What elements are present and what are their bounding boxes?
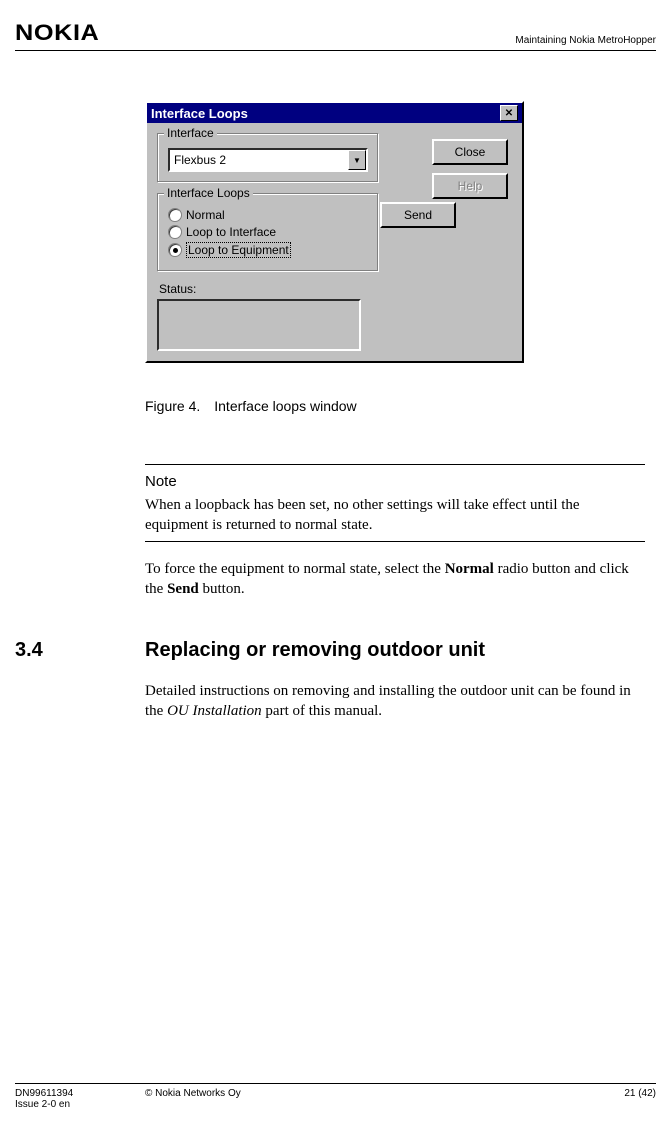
radio-loop-interface-row[interactable]: Loop to Interface — [168, 225, 368, 239]
close-button[interactable]: Close — [432, 139, 508, 165]
radio-normal-label: Normal — [186, 208, 225, 222]
interface-dropdown-value: Flexbus 2 — [170, 153, 348, 167]
nokia-logo: NOKIA — [15, 20, 99, 46]
header-subtitle: Maintaining Nokia MetroHopper — [515, 35, 656, 46]
chevron-down-icon[interactable]: ▼ — [348, 150, 366, 170]
note-body: When a loopback has been set, no other s… — [145, 496, 645, 535]
page-footer: DN99611394 Issue 2-0 en © Nokia Networks… — [15, 1083, 656, 1110]
radio-icon[interactable] — [168, 243, 182, 257]
status-textbox — [157, 299, 361, 351]
section-number: 3.4 — [15, 639, 145, 662]
footer-doc-number: DN99611394 — [15, 1088, 145, 1099]
interface-loops-dialog: Interface Loops ✕ Close Help Interface F… — [145, 101, 524, 363]
page-header: NOKIA Maintaining Nokia MetroHopper — [15, 20, 656, 51]
radio-icon[interactable] — [168, 225, 182, 239]
section-title: Replacing or removing outdoor unit — [145, 639, 485, 662]
interface-group-label: Interface — [164, 126, 217, 140]
paragraph-detail: Detailed instructions on removing and in… — [145, 682, 645, 721]
radio-loop-equipment-row[interactable]: Loop to Equipment — [168, 242, 368, 258]
interface-dropdown[interactable]: Flexbus 2 ▼ — [168, 148, 368, 172]
footer-page-number: 21 (42) — [624, 1088, 656, 1110]
radio-loop-equipment-label: Loop to Equipment — [186, 242, 291, 258]
section-heading: 3.4 Replacing or removing outdoor unit — [15, 639, 645, 662]
dialog-titlebar: Interface Loops ✕ — [147, 103, 522, 123]
horizontal-rule — [145, 464, 645, 465]
radio-loop-interface-label: Loop to Interface — [186, 225, 276, 239]
footer-issue: Issue 2-0 en — [15, 1099, 145, 1110]
send-button[interactable]: Send — [380, 202, 456, 228]
radio-icon[interactable] — [168, 208, 182, 222]
loops-groupbox: Interface Loops Send Normal Loop to Inte… — [157, 193, 379, 272]
figure-caption: Figure 4. Interface loops window — [145, 398, 645, 414]
help-button[interactable]: Help — [432, 173, 508, 199]
footer-copyright: © Nokia Networks Oy — [145, 1088, 624, 1110]
radio-normal-row[interactable]: Normal — [168, 208, 368, 222]
loops-group-label: Interface Loops — [164, 186, 253, 200]
note-heading: Note — [145, 473, 645, 490]
horizontal-rule — [145, 541, 645, 542]
paragraph-force-normal: To force the equipment to normal state, … — [145, 560, 645, 599]
dialog-title: Interface Loops — [151, 106, 248, 121]
close-icon[interactable]: ✕ — [500, 105, 518, 121]
status-label: Status: — [159, 282, 512, 296]
interface-groupbox: Interface Flexbus 2 ▼ — [157, 133, 379, 183]
